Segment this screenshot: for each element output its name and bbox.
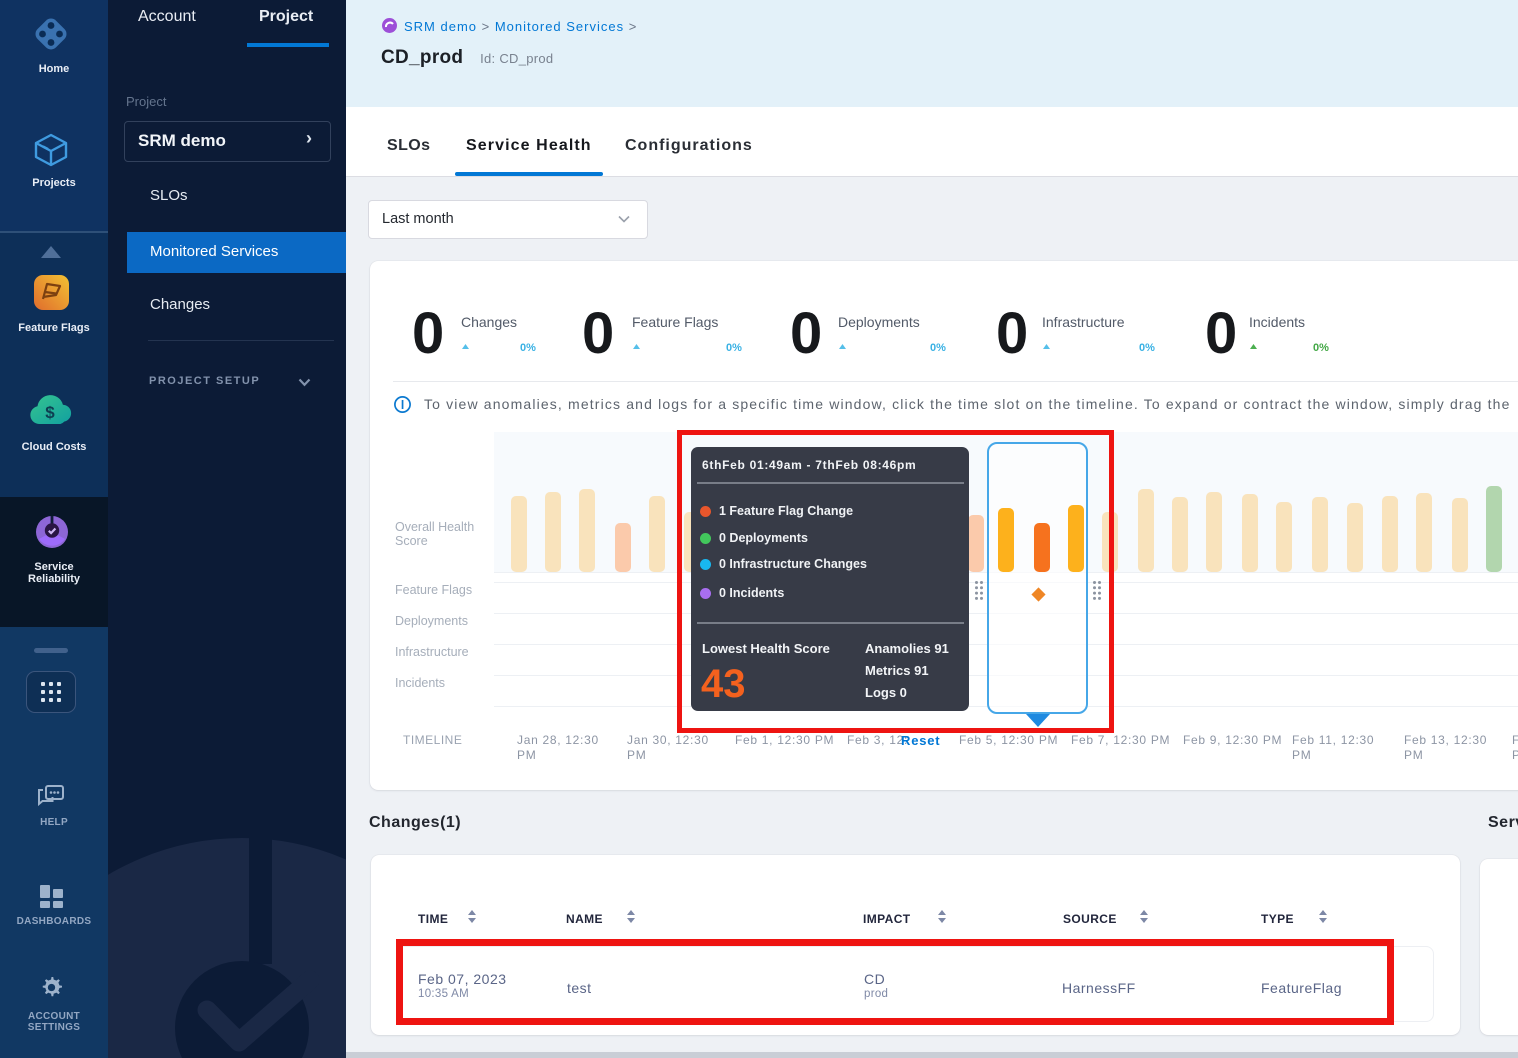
svg-text:$: $: [45, 403, 55, 422]
